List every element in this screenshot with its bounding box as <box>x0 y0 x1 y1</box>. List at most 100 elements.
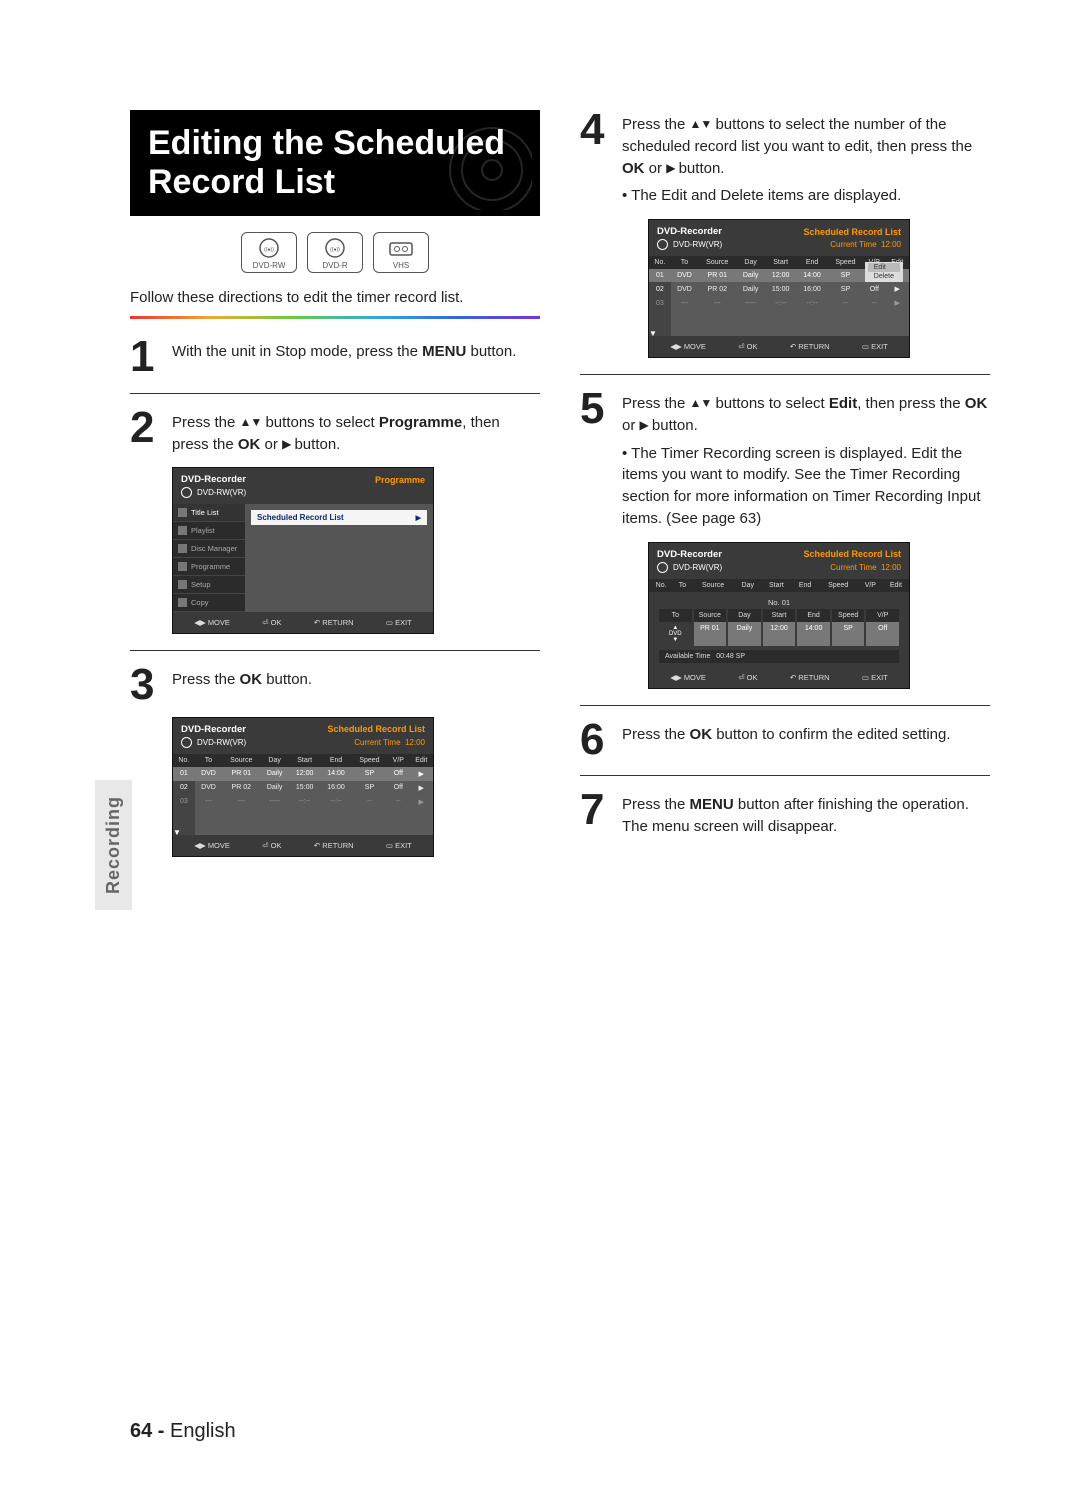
media-badges: ((●)) DVD-RW ((●)) DVD-R VHS <box>130 232 540 273</box>
field-speed[interactable]: SP <box>832 622 865 646</box>
osd-footer: ◀▶ MOVE ⏎ OK ↶ RETURN ▭ EXIT <box>649 667 909 688</box>
step-text: With the unit in Stop mode, press the ME… <box>172 337 540 377</box>
hint-move: ◀▶ MOVE <box>194 618 230 627</box>
osd-footer: ◀▶ MOVE ⏎ OK ↶ RETURN ▭ EXIT <box>173 835 433 856</box>
step-text: Press the ▲▼ buttons to select Edit, the… <box>622 389 990 530</box>
scroll-down-icon[interactable]: ▼ <box>649 329 657 338</box>
up-down-arrow-icon: ▲▼ <box>690 396 712 410</box>
right-arrow-icon: ▶ <box>640 418 648 432</box>
intro-text: Follow these directions to edit the time… <box>130 289 540 306</box>
menu-icon <box>178 508 187 517</box>
step-bullet: The Timer Recording screen is displayed.… <box>622 443 990 530</box>
osd-disc: DVD-RW(VR) <box>673 563 722 572</box>
field-vp[interactable]: Off <box>866 622 899 646</box>
field-start[interactable]: 12:00 <box>763 622 796 646</box>
step-number: 6 <box>580 720 612 760</box>
osd-edit-detail: DVD-RecorderScheduled Record List DVD-RW… <box>648 542 910 689</box>
svg-text:((●)): ((●)) <box>264 247 274 253</box>
hint-return: ↶ RETURN <box>790 342 830 351</box>
step-number: 3 <box>130 665 162 705</box>
step-2: 2 Press the ▲▼ buttons to select Program… <box>130 408 540 456</box>
table-row[interactable]: 01DVDPR 01Daily12:0014:00SPOff▶ <box>173 767 433 781</box>
hint-return: ↶ RETURN <box>314 841 354 850</box>
osd-table-wrap: No.ToSourceDayStartEndSpeedV/PEdit 01DVD… <box>649 256 909 336</box>
table-row <box>173 822 433 835</box>
menu-item-disc-manager[interactable]: Disc Manager <box>173 540 245 558</box>
step-number: 5 <box>580 389 612 530</box>
disc-art-icon <box>422 120 532 210</box>
field-to[interactable]: ▲DVD▼ <box>659 622 692 646</box>
popup-item-delete[interactable]: Delete <box>868 272 900 281</box>
two-columns: Editing the Scheduled Record List ((●)) … <box>130 110 990 865</box>
section-tab: Recording <box>95 780 132 910</box>
osd-scheduled-list: DVD-RecorderScheduled Record List DVD-RW… <box>172 717 434 857</box>
table-row[interactable]: 03-------------:----:------▶ <box>649 296 909 310</box>
badge-label: DVD-RW <box>245 261 293 270</box>
disc-icon <box>181 487 192 498</box>
hint-return: ↶ RETURN <box>314 618 354 627</box>
osd-main-pane: Scheduled Record List▶ <box>245 504 433 612</box>
hint-move: ◀▶ MOVE <box>670 342 706 351</box>
right-column: 4 Press the ▲▼ buttons to select the num… <box>580 110 990 865</box>
menu-item-copy[interactable]: Copy <box>173 594 245 612</box>
step-bullet: The Edit and Delete items are displayed. <box>622 185 990 207</box>
divider <box>580 374 990 375</box>
osd-disc: DVD-RW(VR) <box>197 488 246 497</box>
menu-icon <box>178 598 187 607</box>
field-end[interactable]: 14:00 <box>797 622 830 646</box>
menu-icon <box>178 562 187 571</box>
menu-item-setup[interactable]: Setup <box>173 576 245 594</box>
step-1: 1 With the unit in Stop mode, press the … <box>130 337 540 377</box>
page-footer: 64 - English <box>130 1420 236 1443</box>
hint-exit: ▭ EXIT <box>862 673 888 682</box>
osd-breadcrumb: Programme <box>375 475 425 485</box>
divider <box>580 775 990 776</box>
hint-exit: ▭ EXIT <box>386 618 412 627</box>
step-6: 6 Press the OK button to confirm the edi… <box>580 720 990 760</box>
disc-icon: ((●)) <box>245 237 293 259</box>
edit-value-row[interactable]: ▲DVD▼ PR 01 Daily 12:00 14:00 SP Off <box>659 622 899 646</box>
osd-time: Current Time 12:00 <box>830 240 901 249</box>
field-source[interactable]: PR 01 <box>694 622 727 646</box>
hint-move: ◀▶ MOVE <box>194 841 230 850</box>
table-row[interactable]: 02DVDPR 02Daily15:0016:00SPOff▶ <box>649 282 909 296</box>
osd-breadcrumb: Scheduled Record List <box>803 227 901 237</box>
step-number: 7 <box>580 790 612 838</box>
menu-icon <box>178 580 187 589</box>
osd-header-row: No.ToSourceDayStartEndSpeedV/PEdit <box>649 579 909 592</box>
field-day[interactable]: Daily <box>728 622 761 646</box>
menu-icon <box>178 526 187 535</box>
menu-item-title-list[interactable]: Title List <box>173 504 245 522</box>
badge-dvd-rw: ((●)) DVD-RW <box>241 232 297 273</box>
osd-srl-banner[interactable]: Scheduled Record List▶ <box>251 510 427 525</box>
hint-ok: ⏎ OK <box>738 673 757 682</box>
hint-exit: ▭ EXIT <box>862 342 888 351</box>
step-3: 3 Press the OK button. <box>130 665 540 705</box>
step-5: 5 Press the ▲▼ buttons to select Edit, t… <box>580 389 990 530</box>
table-row[interactable]: 02DVDPR 02Daily15:0016:00SPOff▶ <box>173 781 433 795</box>
rainbow-divider <box>130 316 540 319</box>
divider <box>130 393 540 394</box>
table-row <box>649 323 909 336</box>
scroll-down-icon[interactable]: ▼ <box>173 828 181 837</box>
chevron-right-icon: ▶ <box>416 514 421 522</box>
osd-side-menu: Title List Playlist Disc Manager Program… <box>173 504 245 612</box>
osd-disc: DVD-RW(VR) <box>197 738 246 747</box>
table-row <box>649 310 909 323</box>
disc-icon <box>657 562 668 573</box>
osd-schedule-table: No.ToSourceDayStartEndSpeedV/PEdit 01DVD… <box>173 754 433 835</box>
table-row[interactable]: 03-------------:----:------▶ <box>173 795 433 809</box>
osd-table-wrap: No.ToSourceDayStartEndSpeedV/PEdit 01DVD… <box>173 754 433 835</box>
step-7: 7 Press the MENU button after finishing … <box>580 790 990 838</box>
osd-breadcrumb: Scheduled Record List <box>803 549 901 559</box>
popup-item-edit[interactable]: Edit <box>868 263 900 272</box>
disc-icon <box>181 737 192 748</box>
step-text: Press the OK button. <box>172 665 540 705</box>
page-title: Editing the Scheduled Record List <box>130 110 540 216</box>
osd-footer: ◀▶ MOVE ⏎ OK ↶ RETURN ▭ EXIT <box>649 336 909 357</box>
up-down-arrow-icon: ▲▼ <box>240 415 262 429</box>
menu-item-playlist[interactable]: Playlist <box>173 522 245 540</box>
osd-time: Current Time 12:00 <box>354 738 425 747</box>
available-time: Available Time 00:48 SP <box>659 650 899 663</box>
menu-item-programme[interactable]: Programme <box>173 558 245 576</box>
